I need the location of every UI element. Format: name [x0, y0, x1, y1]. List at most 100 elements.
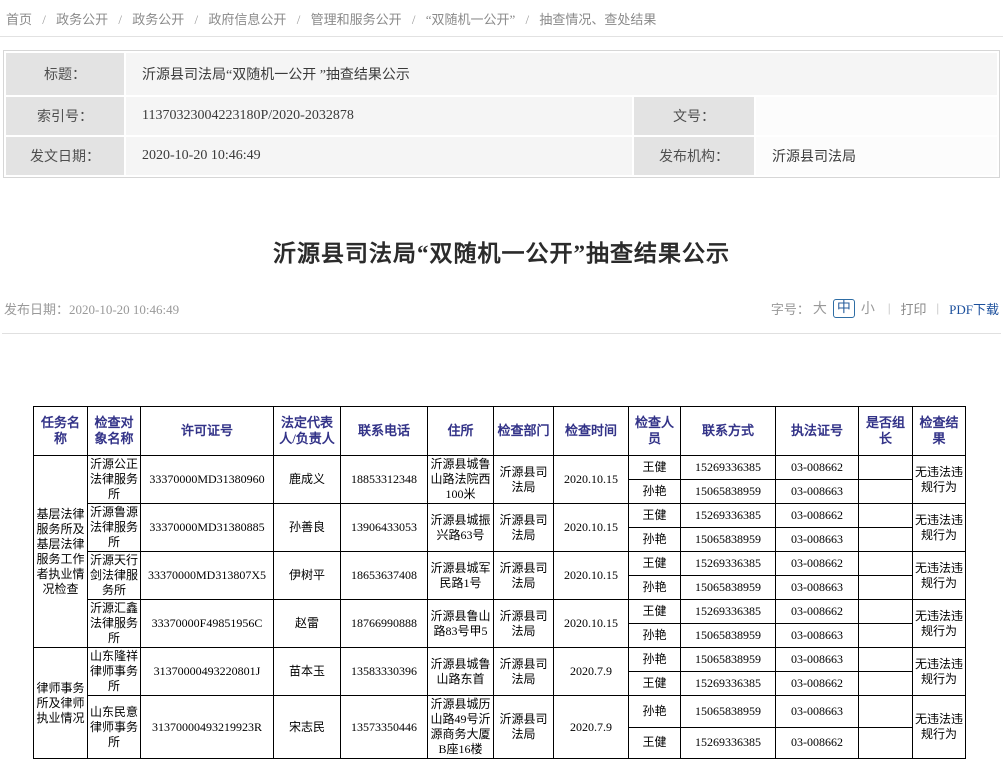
cell-phone: 18853312348 [341, 456, 428, 504]
cell-inspector-contact: 15269336385 [681, 456, 776, 480]
breadcrumb-item-info-disclosure[interactable]: 政府信息公开 [208, 12, 286, 27]
cell-legal-rep: 赵雷 [274, 600, 341, 648]
breadcrumb-item-mgmt-service[interactable]: 管理和服务公开 [311, 12, 402, 27]
cell-check-date: 2020.7.9 [554, 696, 629, 759]
cell-inspector-contact: 15269336385 [681, 600, 776, 624]
table-header-row: 任务名称 检查对象名称 许可证号 法定代表人/负责人 联系电话 住所 检查部门 … [34, 407, 966, 456]
cell-department: 沂源县司法局 [494, 552, 554, 600]
cell-inspector-contact: 15065838959 [681, 480, 776, 504]
publish-date-value: 2020-10-20 10:46:49 [69, 302, 179, 317]
cell-is-leader [859, 552, 913, 576]
cell-inspector-name: 王健 [629, 600, 681, 624]
breadcrumb-item-home[interactable]: 首页 [6, 12, 32, 27]
font-size-small-button[interactable]: 小 [861, 298, 875, 318]
breadcrumb-separator: / [118, 12, 122, 27]
table-row: 律师事务所及律师执业情况山东隆祥律师事务所31370000493220801J苗… [34, 648, 966, 672]
breadcrumb-item-double-random[interactable]: “双随机一公开” [426, 12, 516, 27]
cell-is-leader [859, 576, 913, 600]
cell-address: 沂源县城军民路1号 [428, 552, 494, 600]
cell-target-name: 山东民意律师事务所 [88, 696, 141, 759]
cell-is-leader [859, 672, 913, 696]
cell-cert-no: 03-008663 [776, 576, 859, 600]
column-header-license: 许可证号 [141, 407, 274, 456]
cell-inspector-name: 孙艳 [629, 648, 681, 672]
cell-task-name: 律师事务所及律师执业情况 [34, 648, 88, 759]
meta-docno-value [756, 97, 997, 135]
publish-bar: 发布日期：2020-10-20 10:46:49 字号： 大 中 小 | 打印 … [4, 298, 999, 318]
cell-inspector-name: 孙艳 [629, 696, 681, 728]
cell-cert-no: 03-008663 [776, 480, 859, 504]
cell-inspector-contact: 15065838959 [681, 624, 776, 648]
cell-inspector-contact: 15065838959 [681, 648, 776, 672]
table-row: 沂源天行剑法律服务所33370000MD313807X5伊树平186536374… [34, 552, 966, 576]
column-header-address: 住所 [428, 407, 494, 456]
pdf-download-button[interactable]: PDF下载 [949, 299, 999, 318]
cell-is-leader [859, 456, 913, 480]
cell-department: 沂源县司法局 [494, 504, 554, 552]
meta-index-value: 11370323004223180P/2020-2032878 [126, 97, 632, 135]
cell-inspector-name: 王健 [629, 504, 681, 528]
font-size-medium-button[interactable]: 中 [833, 299, 855, 318]
cell-is-leader [859, 696, 913, 728]
cell-department: 沂源县司法局 [494, 696, 554, 759]
cell-license-no: 33370000MD313807X5 [141, 552, 274, 600]
cell-target-name: 沂源汇鑫法律服务所 [88, 600, 141, 648]
cell-license-no: 31370000493219923R [141, 696, 274, 759]
cell-license-no: 33370000MD31380960 [141, 456, 274, 504]
cell-phone: 18653637408 [341, 552, 428, 600]
cell-legal-rep: 宋志民 [274, 696, 341, 759]
column-header-check-date: 检查时间 [554, 407, 629, 456]
breadcrumb-item-zwgk-2[interactable]: 政务公开 [132, 12, 184, 27]
column-header-cert-no: 执法证号 [776, 407, 859, 456]
cell-result: 无违法违规行为 [913, 456, 966, 504]
font-size-label: 字号： [771, 299, 810, 318]
font-size-large-button[interactable]: 大 [813, 298, 827, 318]
cell-result: 无违法违规行为 [913, 696, 966, 759]
cell-target-name: 沂源公正法律服务所 [88, 456, 141, 504]
table-row: 山东民意律师事务所31370000493219923R宋志民1357335044… [34, 696, 966, 728]
meta-title-label: 标题： [6, 53, 124, 95]
results-table-wrap: 任务名称 检查对象名称 许可证号 法定代表人/负责人 联系电话 住所 检查部门 … [33, 406, 1003, 759]
results-table: 任务名称 检查对象名称 许可证号 法定代表人/负责人 联系电话 住所 检查部门 … [33, 406, 966, 759]
results-table-body: 基层法律服务所及基层法律服务工作者执业情况检查沂源公正法律服务所33370000… [34, 456, 966, 759]
cell-inspector-name: 王健 [629, 672, 681, 696]
cell-inspector-contact: 15269336385 [681, 552, 776, 576]
breadcrumb-item-current: 抽查情况、查处结果 [539, 12, 656, 27]
cell-inspector-contact: 15065838959 [681, 696, 776, 728]
breadcrumb-item-zwgk-1[interactable]: 政务公开 [56, 12, 108, 27]
cell-is-leader [859, 624, 913, 648]
column-header-contact: 联系方式 [681, 407, 776, 456]
cell-check-date: 2020.10.15 [554, 456, 629, 504]
cell-phone: 18766990888 [341, 600, 428, 648]
tools-separator: | [937, 300, 940, 316]
meta-docno-label: 文号： [634, 97, 754, 135]
cell-cert-no: 03-008662 [776, 504, 859, 528]
column-header-target: 检查对象名称 [88, 407, 141, 456]
print-button[interactable]: 打印 [901, 299, 927, 318]
cell-inspector-name: 王健 [629, 552, 681, 576]
cell-phone: 13906433053 [341, 504, 428, 552]
cell-inspector-name: 王健 [629, 456, 681, 480]
table-row: 沂源汇鑫法律服务所33370000F49851956C赵雷18766990888… [34, 600, 966, 624]
column-header-phone: 联系电话 [341, 407, 428, 456]
cell-inspector-contact: 15065838959 [681, 576, 776, 600]
cell-address: 沂源县城历山路49号沂源商务大厦B座16楼 [428, 696, 494, 759]
column-header-inspector: 检查人员 [629, 407, 681, 456]
cell-inspector-name: 孙艳 [629, 576, 681, 600]
cell-cert-no: 03-008663 [776, 648, 859, 672]
tools-separator: | [888, 300, 891, 316]
meta-title-value: 沂源县司法局“双随机一公开 ”抽查结果公示 [126, 53, 997, 95]
cell-cert-no: 03-008663 [776, 696, 859, 728]
cell-inspector-contact: 15269336385 [681, 727, 776, 759]
table-row: 沂源鲁源法律服务所33370000MD31380885孙善良1390643305… [34, 504, 966, 528]
cell-cert-no: 03-008662 [776, 456, 859, 480]
cell-address: 沂源县鲁山路83号甲5 [428, 600, 494, 648]
cell-result: 无违法违规行为 [913, 552, 966, 600]
cell-license-no: 33370000F49851956C [141, 600, 274, 648]
cell-result: 无违法违规行为 [913, 600, 966, 648]
meta-info-table: 标题： 沂源县司法局“双随机一公开 ”抽查结果公示 索引号： 113703230… [3, 50, 1000, 178]
meta-publisher-value: 沂源县司法局 [756, 137, 997, 175]
cell-department: 沂源县司法局 [494, 456, 554, 504]
cell-task-name: 基层法律服务所及基层法律服务工作者执业情况检查 [34, 456, 88, 648]
meta-issuedate-value: 2020-10-20 10:46:49 [126, 137, 632, 175]
